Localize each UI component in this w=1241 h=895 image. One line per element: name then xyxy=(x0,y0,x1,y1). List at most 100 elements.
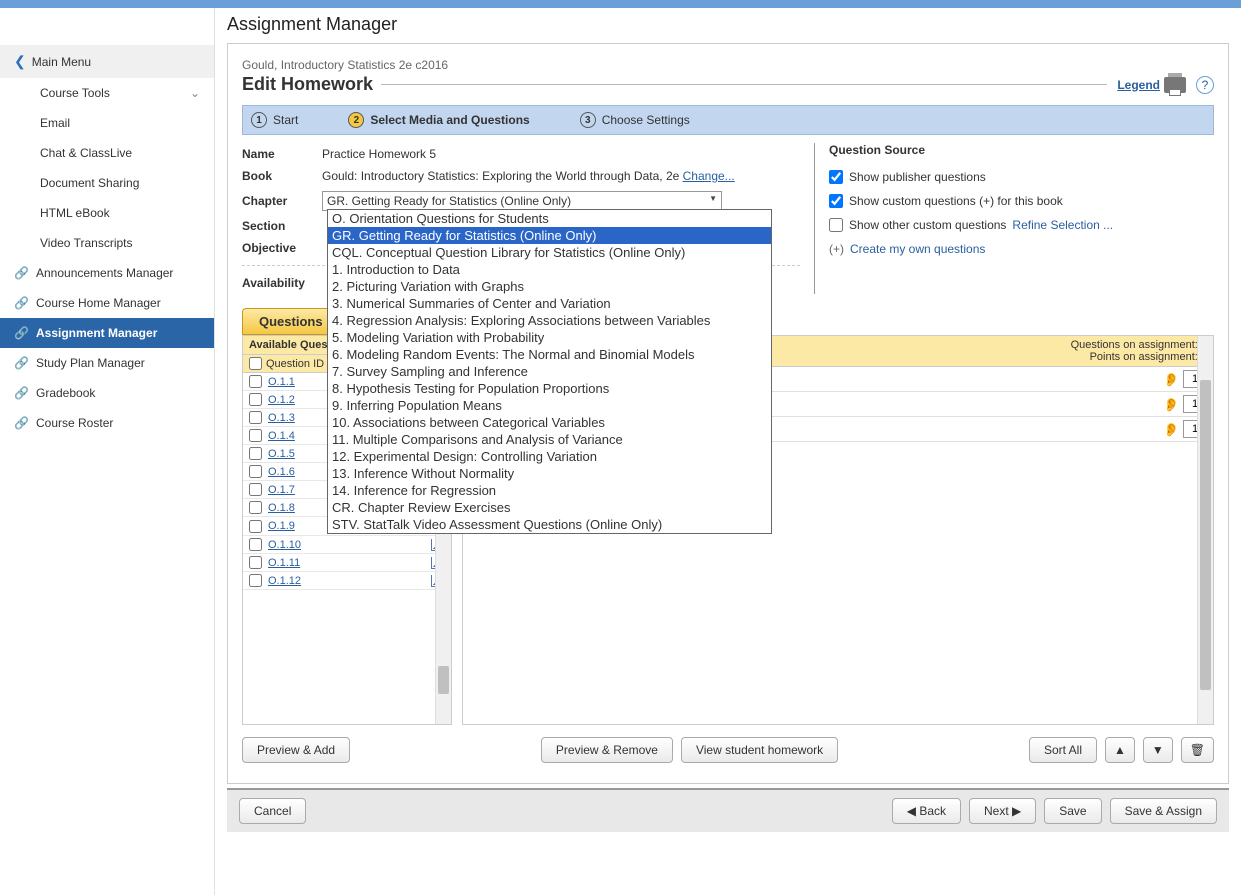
sidebar-gradebook[interactable]: 🔗Gradebook xyxy=(0,378,214,408)
scrollbar-thumb[interactable] xyxy=(438,666,449,694)
question-id-link[interactable]: O.1.7 xyxy=(268,484,295,496)
save-assign-button[interactable]: Save & Assign xyxy=(1110,798,1217,824)
sort-all-button[interactable]: Sort All xyxy=(1029,737,1097,763)
legend-link[interactable]: Legend xyxy=(1117,78,1160,92)
question-checkbox[interactable] xyxy=(249,538,262,551)
refine-selection-link[interactable]: Refine Selection ... xyxy=(1012,218,1113,232)
sidebar-study-plan[interactable]: 🔗 Study Plan Manager xyxy=(0,348,214,378)
book-label: Book xyxy=(242,169,322,183)
question-id-link[interactable]: O.1.1 xyxy=(268,376,295,388)
select-all-checkbox[interactable] xyxy=(249,357,262,370)
question-checkbox[interactable] xyxy=(249,574,262,587)
sidebar-label: Study Plan Manager xyxy=(36,356,145,370)
cancel-button[interactable]: Cancel xyxy=(239,798,306,824)
question-id-link[interactable]: O.1.5 xyxy=(268,448,295,460)
sidebar-email[interactable]: Email xyxy=(0,108,214,138)
chapter-dropdown-list[interactable]: O. Orientation Questions for StudentsGR.… xyxy=(327,209,772,534)
link-icon: 🔗 xyxy=(14,296,28,310)
question-id-link[interactable]: O.1.2 xyxy=(268,394,295,406)
dropdown-option[interactable]: GR. Getting Ready for Statistics (Online… xyxy=(328,227,771,244)
sidebar-doc-sharing[interactable]: Document Sharing xyxy=(0,168,214,198)
dropdown-option[interactable]: 8. Hypothesis Testing for Population Pro… xyxy=(328,380,771,397)
question-id-link[interactable]: O.1.8 xyxy=(268,502,295,514)
dropdown-option[interactable]: 6. Modeling Random Events: The Normal an… xyxy=(328,346,771,363)
dropdown-option[interactable]: 9. Inferring Population Means xyxy=(328,397,771,414)
question-checkbox[interactable] xyxy=(249,447,262,460)
question-id-link[interactable]: O.1.4 xyxy=(268,430,295,442)
show-publisher-checkbox[interactable] xyxy=(829,170,843,184)
question-checkbox[interactable] xyxy=(249,556,262,569)
dropdown-option[interactable]: 12. Experimental Design: Controlling Var… xyxy=(328,448,771,465)
edit-homework-title: Edit Homework xyxy=(242,74,373,95)
help-icon[interactable]: ? xyxy=(1196,76,1214,94)
dropdown-option[interactable]: 2. Picturing Variation with Graphs xyxy=(328,278,771,295)
question-id-link[interactable]: O.1.12 xyxy=(268,575,301,587)
sidebar-html-ebook[interactable]: HTML eBook xyxy=(0,198,214,228)
question-checkbox[interactable] xyxy=(249,411,262,424)
link-icon: 🔗 xyxy=(14,356,28,370)
back-button[interactable]: ◀ Back xyxy=(892,798,961,824)
questions-tab[interactable]: Questions xyxy=(242,308,340,335)
question-id-link[interactable]: O.1.10 xyxy=(268,539,301,551)
question-checkbox[interactable] xyxy=(249,465,262,478)
dropdown-option[interactable]: CQL. Conceptual Question Library for Sta… xyxy=(328,244,771,261)
show-other-checkbox[interactable] xyxy=(829,218,843,232)
sidebar-assignment-manager[interactable]: 🔗Assignment Manager xyxy=(0,318,214,348)
main-menu-item[interactable]: ❮ Main Menu xyxy=(0,45,214,78)
question-checkbox[interactable] xyxy=(249,393,262,406)
question-row: O.1.12 xyxy=(243,572,451,590)
print-icon[interactable] xyxy=(1164,77,1186,93)
sidebar-announcements[interactable]: 🔗Announcements Manager xyxy=(0,258,214,288)
preview-remove-button[interactable]: Preview & Remove xyxy=(541,737,673,763)
dropdown-option[interactable]: STV. StatTalk Video Assessment Questions… xyxy=(328,516,771,533)
dropdown-option[interactable]: 5. Modeling Variation with Probability xyxy=(328,329,771,346)
dropdown-option[interactable]: 13. Inference Without Normality xyxy=(328,465,771,482)
scrollbar-thumb[interactable] xyxy=(1200,380,1211,690)
view-student-button[interactable]: View student homework xyxy=(681,737,838,763)
question-id-link[interactable]: O.1.11 xyxy=(268,557,300,569)
accessibility-icon: 👂 xyxy=(1163,372,1177,386)
question-checkbox[interactable] xyxy=(249,501,262,514)
name-label: Name xyxy=(242,147,322,161)
book-header: Gould, Introductory Statistics 2e c2016 xyxy=(242,58,1214,72)
step-3[interactable]: 3Choose Settings xyxy=(580,112,690,128)
sidebar-course-tools[interactable]: Course Tools ⌄ xyxy=(0,78,214,108)
chapter-label: Chapter xyxy=(242,194,322,208)
dropdown-option[interactable]: 4. Regression Analysis: Exploring Associ… xyxy=(328,312,771,329)
question-checkbox[interactable] xyxy=(249,375,262,388)
dropdown-option[interactable]: CR. Chapter Review Exercises xyxy=(328,499,771,516)
dropdown-option[interactable]: O. Orientation Questions for Students xyxy=(328,210,771,227)
dropdown-option[interactable]: 7. Survey Sampling and Inference xyxy=(328,363,771,380)
question-checkbox[interactable] xyxy=(249,520,262,533)
dropdown-option[interactable]: 11. Multiple Comparisons and Analysis of… xyxy=(328,431,771,448)
save-button[interactable]: Save xyxy=(1044,798,1101,824)
step-2[interactable]: 2Select Media and Questions xyxy=(348,112,529,128)
q-count-label: Questions on assignment: xyxy=(1071,339,1198,351)
sidebar-chat[interactable]: Chat & ClassLive xyxy=(0,138,214,168)
scrollbar[interactable] xyxy=(1197,336,1213,724)
sidebar-video-transcripts[interactable]: Video Transcripts xyxy=(0,228,214,258)
dropdown-option[interactable]: 3. Numerical Summaries of Center and Var… xyxy=(328,295,771,312)
chapter-select[interactable]: GR. Getting Ready for Statistics (Online… xyxy=(322,191,722,211)
question-id-link[interactable]: O.1.9 xyxy=(268,520,295,532)
preview-add-button[interactable]: Preview & Add xyxy=(242,737,350,763)
question-id-link[interactable]: O.1.3 xyxy=(268,412,295,424)
question-id-link[interactable]: O.1.6 xyxy=(268,466,295,478)
next-button[interactable]: Next ▶ xyxy=(969,798,1036,824)
move-down-button[interactable]: ▼ xyxy=(1143,737,1173,763)
delete-button[interactable]: 🗑 xyxy=(1181,737,1214,763)
book-value: Gould: Introductory Statistics: Explorin… xyxy=(322,169,683,183)
dropdown-option[interactable]: 1. Introduction to Data xyxy=(328,261,771,278)
step-1[interactable]: 1Start xyxy=(251,112,298,128)
question-checkbox[interactable] xyxy=(249,429,262,442)
change-book-link[interactable]: Change... xyxy=(683,169,735,183)
sidebar-course-home[interactable]: 🔗Course Home Manager xyxy=(0,288,214,318)
move-up-button[interactable]: ▲ xyxy=(1105,737,1135,763)
main-content: Assignment Manager Gould, Introductory S… xyxy=(215,0,1241,895)
show-custom-checkbox[interactable] xyxy=(829,194,843,208)
dropdown-option[interactable]: 10. Associations between Categorical Var… xyxy=(328,414,771,431)
dropdown-option[interactable]: 14. Inference for Regression xyxy=(328,482,771,499)
sidebar-course-roster[interactable]: 🔗Course Roster xyxy=(0,408,214,438)
question-checkbox[interactable] xyxy=(249,483,262,496)
create-own-link[interactable]: Create my own questions xyxy=(850,242,985,256)
